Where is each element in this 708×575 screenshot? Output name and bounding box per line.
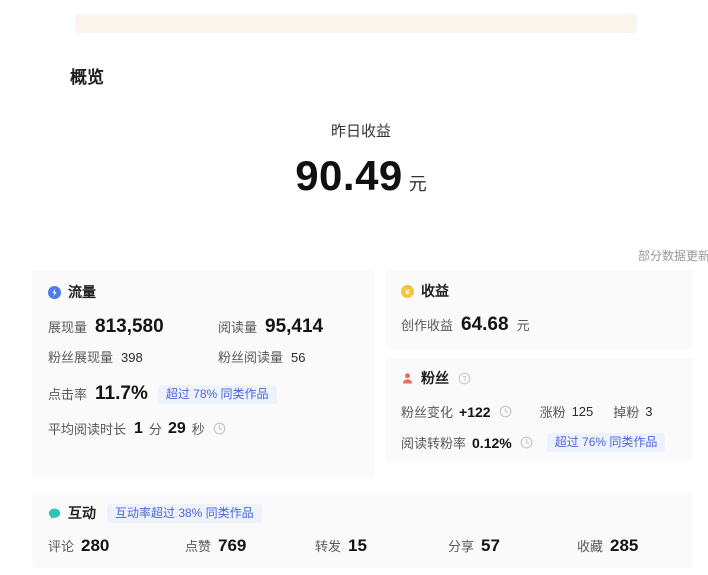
read-time-seconds-unit: 秒 (192, 419, 205, 438)
favorites-metric: 收藏 285 (577, 536, 677, 556)
delayed-clock-icon (499, 405, 512, 418)
traffic-metrics: 展现量 813,580 阅读量 95,414 粉丝展现量 398 粉丝阅读量 5… (48, 316, 359, 366)
data-update-notice: 部分数据更新有 (638, 247, 708, 264)
fan-conversion-label: 阅读转粉率 (401, 433, 466, 452)
ctr-metric: 点击率 11.7% (48, 383, 148, 405)
read-time-row: 平均阅读时长 1 分 29 秒 (48, 419, 359, 438)
svg-text:¥: ¥ (405, 287, 410, 296)
stats-cards: 流量 展现量 813,580 阅读量 95,414 粉丝展现量 398 粉丝阅读… (32, 270, 693, 568)
fan-conversion-value: 0.12% (472, 435, 512, 451)
fan-conversion-row: 阅读转粉率 0.12% 超过 76% 同类作品 (401, 433, 677, 452)
traffic-card-header: 流量 (48, 282, 359, 302)
fan-impressions-value: 398 (121, 350, 143, 365)
fans-card-title: 粉丝 (421, 368, 449, 388)
revenue-card: ¥ 收益 创作收益 64.68 元 (385, 270, 693, 349)
delayed-clock-icon (213, 422, 226, 435)
revenue-card-title: 收益 (421, 281, 449, 301)
interaction-card-header: 互动 互动率超过 38% 同类作品 (48, 503, 677, 523)
comments-metric: 评论 280 (48, 536, 185, 556)
favorites-label: 收藏 (577, 536, 603, 555)
svg-text:?: ? (462, 374, 466, 383)
creation-revenue-label: 创作收益 (401, 315, 453, 334)
creation-revenue-metric: 创作收益 64.68 元 (401, 314, 677, 336)
comments-label: 评论 (48, 536, 74, 555)
ctr-value: 11.7% (95, 383, 148, 405)
shares-value: 57 (481, 536, 500, 556)
reposts-value: 15 (348, 536, 367, 556)
reads-value: 95,414 (265, 316, 323, 338)
yesterday-earnings-value-row: 90.49 元 (14, 152, 708, 200)
yesterday-earnings-label: 昨日收益 (14, 120, 708, 141)
fan-impressions-metric: 粉丝展现量 398 (48, 347, 218, 366)
reposts-metric: 转发 15 (315, 536, 448, 556)
fans-icon (401, 372, 414, 385)
page-title: 概览 (70, 63, 104, 88)
creation-revenue-unit: 元 (517, 315, 530, 334)
delayed-clock-icon (520, 436, 533, 449)
reads-metric: 阅读量 95,414 (218, 316, 359, 338)
traffic-icon (48, 286, 61, 299)
likes-label: 点赞 (185, 536, 211, 555)
interaction-card: 互动 互动率超过 38% 同类作品 评论 280 点赞 769 转发 15 分享… (32, 492, 693, 568)
fans-card-header: 粉丝 ? (401, 368, 677, 388)
fans-change-value: +122 (459, 404, 491, 420)
reposts-label: 转发 (315, 536, 341, 555)
fans-card: 粉丝 ? 粉丝变化 +122 涨粉 125 掉粉 3 (385, 358, 693, 462)
help-icon[interactable]: ? (458, 372, 471, 385)
revenue-card-header: ¥ 收益 (401, 281, 677, 301)
reads-label: 阅读量 (218, 317, 257, 336)
fan-impressions-label: 粉丝展现量 (48, 347, 113, 366)
conversion-percentile-badge: 超过 76% 同类作品 (547, 433, 666, 452)
ctr-percentile-badge: 超过 78% 同类作品 (158, 385, 277, 404)
read-time-minutes: 1 (134, 420, 143, 438)
traffic-card-title: 流量 (68, 282, 96, 302)
likes-value: 769 (218, 536, 246, 556)
comments-value: 280 (81, 536, 109, 556)
fans-change-row: 粉丝变化 +122 涨粉 125 掉粉 3 (401, 402, 677, 421)
fans-gain-label: 涨粉 (540, 402, 566, 421)
likes-metric: 点赞 769 (185, 536, 315, 556)
shares-label: 分享 (448, 536, 474, 555)
fans-change-label: 粉丝变化 (401, 402, 453, 421)
fan-reads-value: 56 (291, 350, 305, 365)
fans-loss-value: 3 (645, 404, 652, 419)
interaction-percentile-badge: 互动率超过 38% 同类作品 (107, 504, 262, 523)
fans-loss-label: 掉粉 (613, 402, 639, 421)
impressions-label: 展现量 (48, 317, 87, 336)
yesterday-earnings-block: 昨日收益 90.49 元 (14, 120, 708, 200)
read-time-seconds: 29 (168, 420, 186, 438)
yesterday-earnings-unit: 元 (409, 174, 427, 194)
read-time-label: 平均阅读时长 (48, 419, 126, 438)
interaction-icon (48, 507, 61, 520)
shares-metric: 分享 57 (448, 536, 577, 556)
fan-reads-label: 粉丝阅读量 (218, 347, 283, 366)
interaction-card-title: 互动 (68, 503, 96, 523)
top-banner (75, 14, 637, 33)
impressions-metric: 展现量 813,580 (48, 316, 218, 338)
ctr-row: 点击率 11.7% 超过 78% 同类作品 (48, 383, 359, 405)
traffic-card: 流量 展现量 813,580 阅读量 95,414 粉丝展现量 398 粉丝阅读… (32, 270, 375, 478)
interaction-stats: 评论 280 点赞 769 转发 15 分享 57 收藏 285 (48, 536, 677, 556)
fan-reads-metric: 粉丝阅读量 56 (218, 347, 359, 366)
favorites-value: 285 (610, 536, 638, 556)
ctr-label: 点击率 (48, 384, 87, 403)
impressions-value: 813,580 (95, 316, 164, 338)
read-time-minutes-unit: 分 (149, 419, 162, 438)
yesterday-earnings-value: 90.49 (295, 152, 403, 199)
fans-gain-value: 125 (572, 404, 594, 419)
creation-revenue-value: 64.68 (461, 314, 509, 336)
revenue-icon: ¥ (401, 285, 414, 298)
